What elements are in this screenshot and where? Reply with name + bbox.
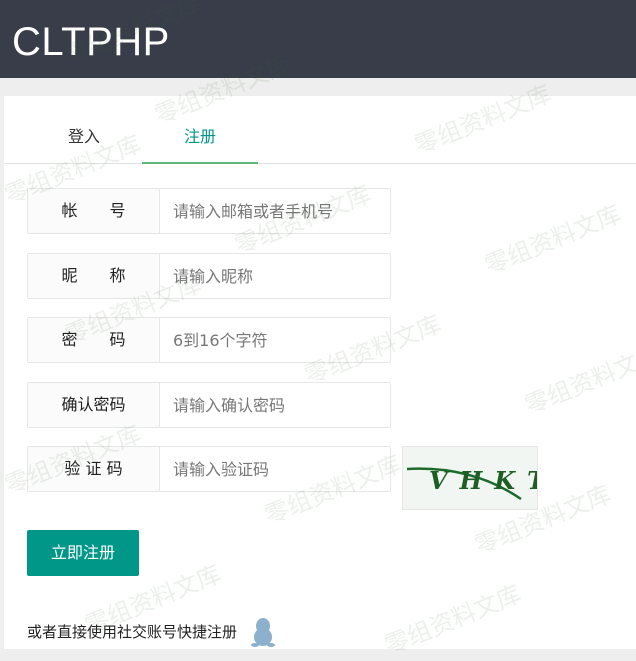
register-submit-button[interactable]: 立即注册 [27,530,139,576]
password-field: 密 码 [27,317,391,363]
captcha-graphic: VHKT [406,466,545,501]
account-input[interactable] [160,189,388,233]
brand-logo[interactable]: CLTPHP [12,18,170,66]
register-panel: 登入 注册 帐 号 昵 称 密 码 确认密码 验 证 码 VHKT 立即注册 或… [4,96,636,649]
captcha-label: 验 证 码 [28,447,160,491]
tab-login[interactable]: 登入 [26,96,142,163]
account-label: 帐 号 [28,189,160,233]
captcha-text: VHKT [429,466,537,495]
account-field: 帐 号 [27,188,391,234]
captcha-field: 验 证 码 [27,446,391,492]
social-login: 或者直接使用社交账号快捷注册 [27,616,276,648]
password-input[interactable] [160,318,388,362]
top-header: CLTPHP [0,0,636,78]
nickname-input[interactable] [160,254,388,298]
tab-register[interactable]: 注册 [142,96,258,164]
qq-penguin-icon[interactable] [251,617,276,647]
nickname-label: 昵 称 [28,254,160,298]
confirm-password-label: 确认密码 [28,383,160,427]
captcha-image[interactable]: VHKT [402,446,545,510]
password-label: 密 码 [28,318,160,362]
confirm-password-input[interactable] [160,383,388,427]
nickname-field: 昵 称 [27,253,391,299]
confirm-password-field: 确认密码 [27,382,391,428]
tab-bar: 登入 注册 [4,96,636,164]
captcha-input[interactable] [160,447,388,491]
social-login-text: 或者直接使用社交账号快捷注册 [27,623,238,641]
